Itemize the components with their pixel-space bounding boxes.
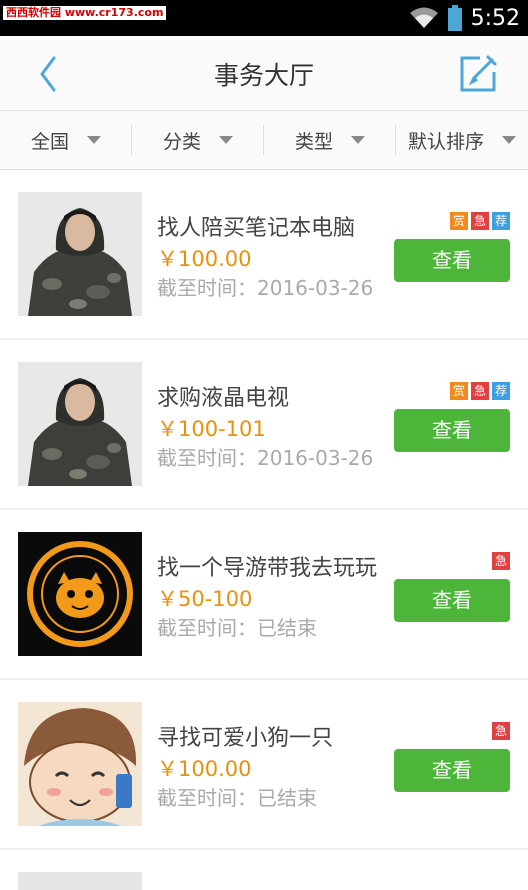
task-list: 找人陪买笔记本电脑 ￥100.00 截至时间：2016-03-26 赏 急 荐 …	[0, 170, 528, 850]
list-item[interactable]: 找一个导游带我去玩玩 ￥50-100 截至时间：已结束 急 查看	[0, 510, 528, 680]
recommend-badge: 荐	[492, 212, 510, 230]
item-deadline: 截至时间：已结束	[157, 786, 317, 810]
list-item[interactable]: 找人陪买笔记本电脑 ￥100.00 截至时间：2016-03-26 赏 急 荐 …	[0, 170, 528, 340]
item-price: ￥100.00	[157, 757, 252, 781]
item-deadline: 截至时间：2016-03-26	[157, 446, 374, 470]
back-button[interactable]	[28, 52, 72, 96]
filter-sort[interactable]: 默认排序	[396, 111, 528, 169]
item-thumbnail	[18, 192, 142, 316]
dropdown-arrow-icon	[219, 136, 233, 144]
dropdown-arrow-icon	[351, 136, 365, 144]
filter-label: 默认排序	[407, 130, 484, 153]
edit-button[interactable]	[458, 54, 498, 94]
item-title: 找一个导游带我去玩玩	[157, 556, 378, 581]
item-price: ￥100-101	[157, 417, 266, 441]
item-deadline: 截至时间：2016-03-26	[157, 276, 374, 300]
status-bar: 西西软件园 www.cr173.com 5:52	[0, 0, 528, 36]
edit-icon	[460, 55, 497, 92]
filter-label: 分类	[162, 130, 201, 153]
reward-badge: 赏	[450, 212, 468, 230]
view-button[interactable]: 查看	[394, 239, 510, 282]
recommend-badge: 荐	[492, 382, 510, 400]
item-price: ￥50-100	[157, 587, 253, 611]
item-thumbnail	[18, 702, 142, 826]
item-thumbnail	[18, 362, 142, 486]
view-button[interactable]: 查看	[394, 579, 510, 622]
urgent-badge: 急	[471, 212, 489, 230]
urgent-badge: 急	[471, 382, 489, 400]
page-title: 事务大厅	[213, 61, 314, 90]
reward-badge: 赏	[450, 382, 468, 400]
watermark: 西西软件园 www.cr173.com	[3, 6, 167, 20]
app-header: 事务大厅	[0, 36, 528, 111]
filter-label: 全国	[30, 130, 69, 153]
filter-label: 类型	[294, 130, 333, 153]
item-title: 求购液晶电视	[157, 386, 290, 411]
filter-bar: 全国 分类 类型 默认排序	[0, 111, 528, 170]
next-list-item-partial	[0, 850, 528, 890]
filter-region[interactable]: 全国	[0, 111, 132, 169]
list-item[interactable]: 寻找可爱小狗一只 ￥100.00 截至时间：已结束 急 查看	[0, 680, 528, 850]
view-button[interactable]: 查看	[394, 409, 510, 452]
urgent-badge: 急	[492, 722, 510, 740]
status-icons: 5:52	[409, 0, 520, 36]
item-price: ￥100.00	[157, 247, 252, 271]
badge-group: 赏 急 荐	[450, 382, 510, 400]
wifi-icon	[409, 7, 438, 28]
item-title: 寻找可爱小狗一只	[157, 726, 334, 751]
filter-type[interactable]: 类型	[264, 111, 396, 169]
badge-group: 赏 急 荐	[450, 212, 510, 230]
badge-group: 急	[492, 552, 510, 570]
badge-group: 急	[492, 722, 510, 740]
clock: 5:52	[470, 5, 520, 31]
item-thumbnail	[18, 872, 142, 890]
item-deadline: 截至时间：已结束	[157, 616, 317, 640]
item-thumbnail	[18, 532, 142, 656]
dropdown-arrow-icon	[87, 136, 101, 144]
list-item[interactable]: 求购液晶电视 ￥100-101 截至时间：2016-03-26 赏 急 荐 查看	[0, 340, 528, 510]
chevron-left-icon	[40, 56, 56, 92]
dropdown-arrow-icon	[502, 136, 516, 144]
item-title: 找人陪买笔记本电脑	[157, 216, 356, 241]
urgent-badge: 急	[492, 552, 510, 570]
battery-icon	[447, 5, 462, 31]
filter-category[interactable]: 分类	[132, 111, 264, 169]
view-button[interactable]: 查看	[394, 749, 510, 792]
